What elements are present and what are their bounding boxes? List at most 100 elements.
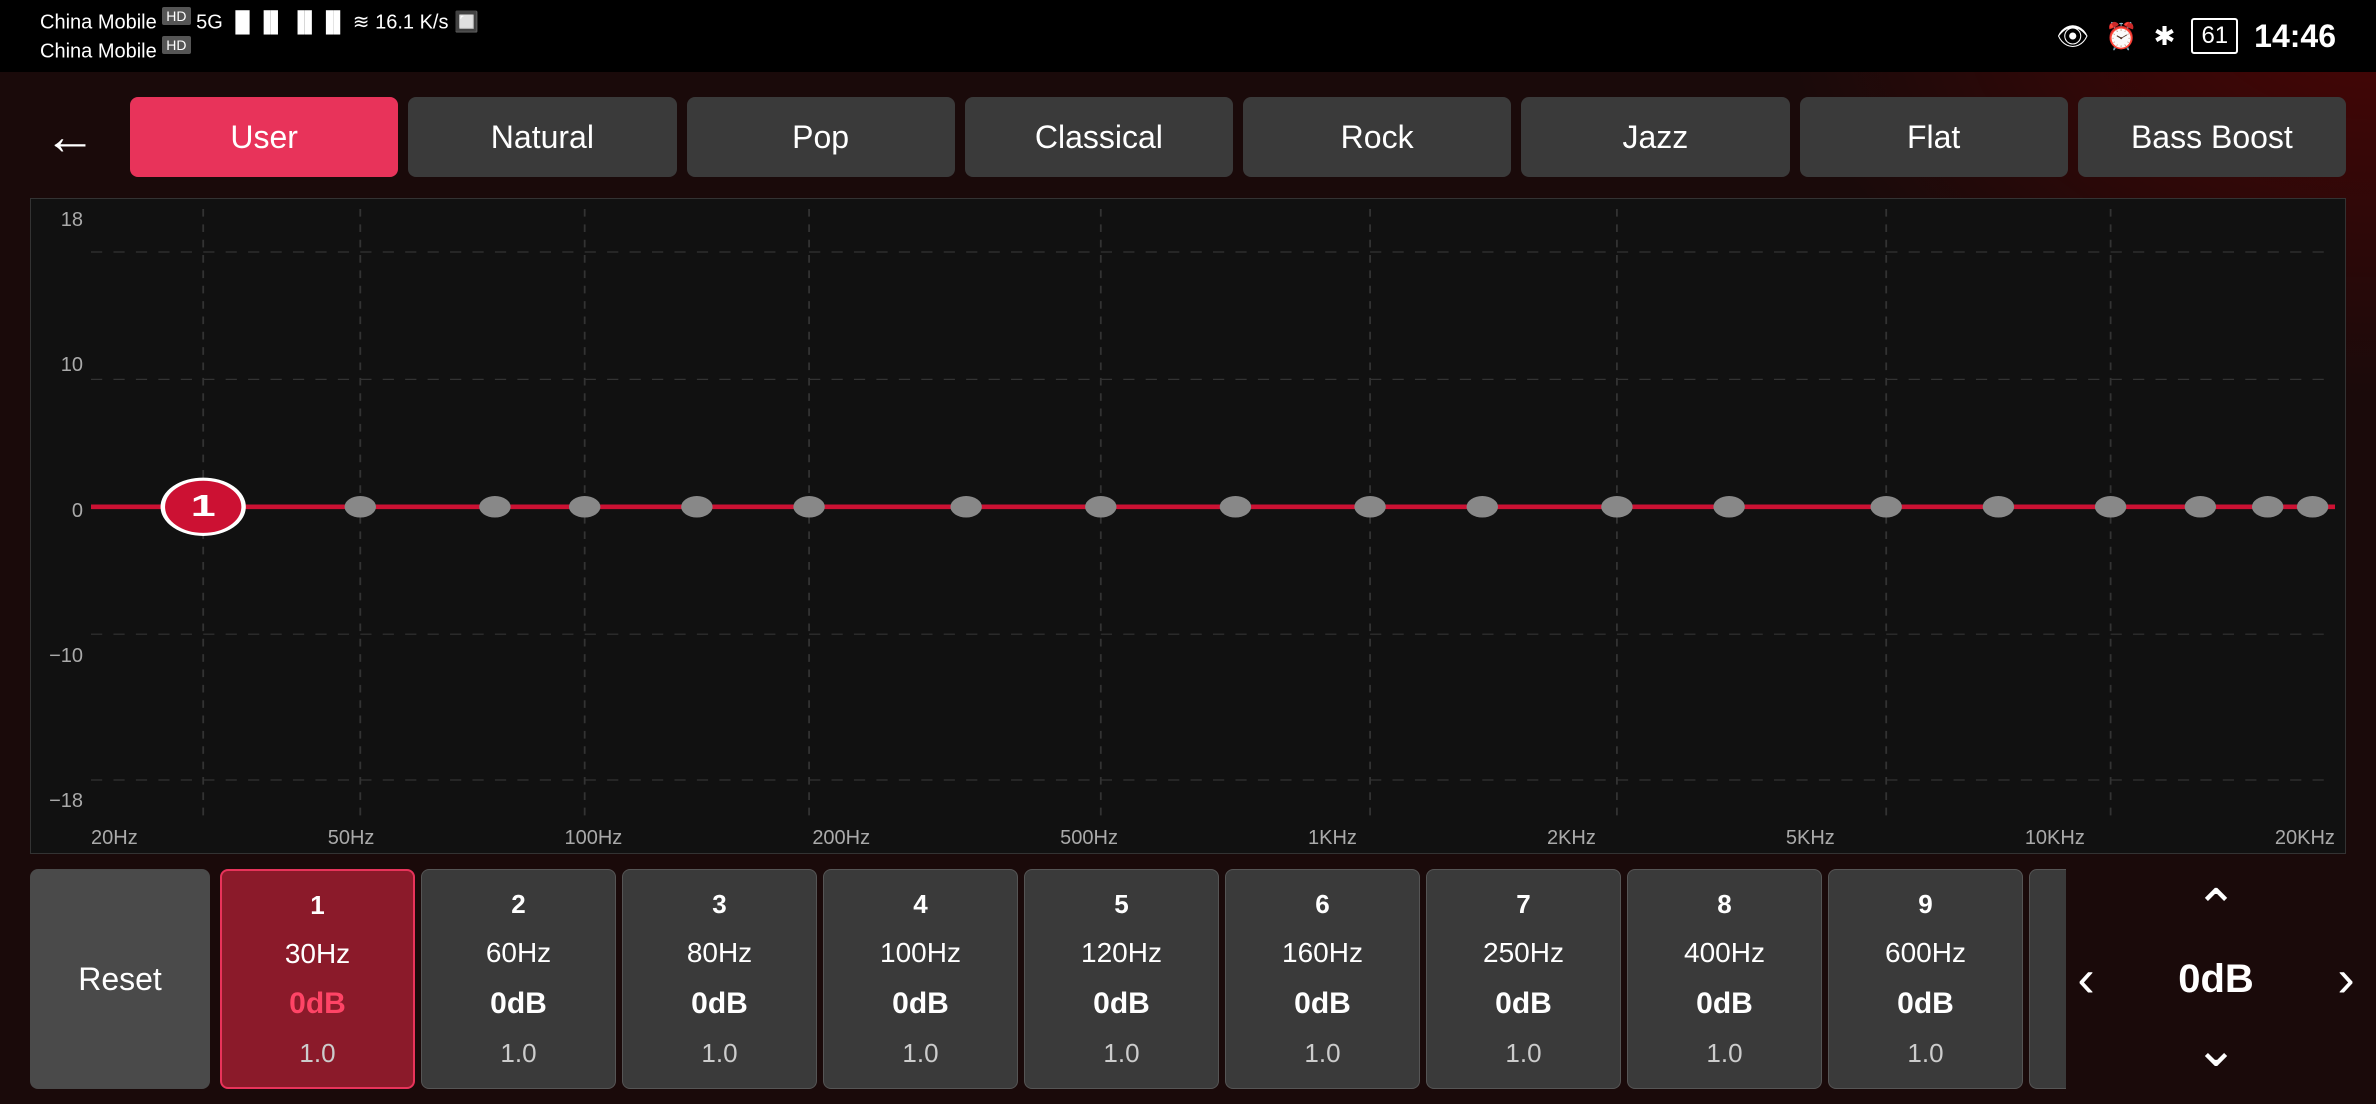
band-freq-9: 600Hz	[1885, 937, 1966, 969]
x-label-1khz: 1KHz	[1308, 827, 1357, 850]
band-num-1: 1	[310, 890, 324, 921]
status-right: 👁 ⏰ ✱ 61 14:46	[2056, 18, 2336, 55]
band-freq-4: 100Hz	[880, 937, 961, 969]
band-num-3: 3	[712, 889, 726, 920]
band-item-3[interactable]: 3 80Hz 0dB 1.0	[622, 869, 817, 1089]
lr-controls: ‹ 0dB ›	[2036, 949, 2376, 1009]
x-label-2khz: 2KHz	[1547, 827, 1596, 850]
status-bar: China Mobile HD 5G ▐▌▐▌ ▐▌▐▌ ≋ 16.1 K/s …	[0, 0, 2376, 72]
up-button[interactable]: ⌃	[2166, 879, 2266, 939]
band-db-4: 0dB	[892, 987, 949, 1021]
band-freq-3: 80Hz	[687, 937, 752, 969]
band-num-2: 2	[511, 889, 525, 920]
band-db-9: 0dB	[1897, 987, 1954, 1021]
band-item-4[interactable]: 4 100Hz 0dB 1.0	[823, 869, 1018, 1089]
down-button[interactable]: ⌄	[2166, 1019, 2266, 1079]
right-arrow-icon: ›	[2337, 949, 2354, 1009]
band-db-1: 0dB	[289, 987, 346, 1021]
band-q-4: 1.0	[902, 1038, 938, 1069]
main-content: ← UserNaturalPopClassicalRockJazzFlatBas…	[0, 72, 2376, 1104]
left-arrow-icon: ‹	[2077, 949, 2094, 1009]
band-freq-2: 60Hz	[486, 937, 551, 969]
x-label-200hz: 200Hz	[812, 827, 870, 850]
back-arrow-icon: ←	[44, 107, 96, 167]
band-freq-7: 250Hz	[1483, 937, 1564, 969]
x-label-20khz: 20KHz	[2275, 827, 2335, 850]
up-arrow-icon: ⌃	[2194, 879, 2238, 939]
band-item-9[interactable]: 9 600Hz 0dB 1.0	[1828, 869, 2023, 1089]
svg-text:1: 1	[191, 489, 216, 523]
band-item-2[interactable]: 2 60Hz 0dB 1.0	[421, 869, 616, 1089]
x-label-100hz: 100Hz	[564, 827, 622, 850]
x-label-5khz: 5KHz	[1786, 827, 1835, 850]
y-axis: 18 10 0 −10 −18	[31, 199, 91, 823]
preset-tab-bass-boost[interactable]: Bass Boost	[2078, 97, 2346, 177]
band-num-7: 7	[1516, 889, 1530, 920]
reset-button[interactable]: Reset	[30, 869, 210, 1089]
band-item-6[interactable]: 6 160Hz 0dB 1.0	[1225, 869, 1420, 1089]
band-q-9: 1.0	[1907, 1038, 1943, 1069]
band-freq-5: 120Hz	[1081, 937, 1162, 969]
y-label-0: 0	[31, 500, 91, 523]
back-button[interactable]: ←	[30, 97, 110, 177]
band-num-5: 5	[1114, 889, 1128, 920]
carrier-info: China Mobile HD 5G ▐▌▐▌ ▐▌▐▌ ≋ 16.1 K/s …	[40, 8, 479, 63]
band-db-2: 0dB	[490, 987, 547, 1021]
band-item-7[interactable]: 7 250Hz 0dB 1.0	[1426, 869, 1621, 1089]
band-item-5[interactable]: 5 120Hz 0dB 1.0	[1024, 869, 1219, 1089]
x-label-20hz: 20Hz	[91, 827, 138, 850]
carrier-line1: China Mobile HD 5G ▐▌▐▌ ▐▌▐▌ ≋ 16.1 K/s …	[40, 8, 479, 35]
band-freq-6: 160Hz	[1282, 937, 1363, 969]
band-num-8: 8	[1717, 889, 1731, 920]
y-label-18: 18	[31, 209, 91, 232]
band-db-7: 0dB	[1495, 987, 1552, 1021]
y-label-n18: −18	[31, 790, 91, 813]
y-label-n10: −10	[31, 645, 91, 668]
chart-inner: 1	[91, 209, 2335, 823]
band-num-9: 9	[1918, 889, 1932, 920]
preset-tab-natural[interactable]: Natural	[408, 97, 676, 177]
x-label-10khz: 10KHz	[2025, 827, 2085, 850]
right-button[interactable]: ›	[2296, 949, 2376, 1009]
band-q-7: 1.0	[1505, 1038, 1541, 1069]
top-bar: ← UserNaturalPopClassicalRockJazzFlatBas…	[30, 92, 2346, 182]
y-label-10: 10	[31, 354, 91, 377]
alarm-icon: ⏰	[2105, 21, 2137, 52]
reset-label: Reset	[78, 961, 162, 998]
battery-display: 61	[2191, 18, 2238, 54]
band-db-6: 0dB	[1294, 987, 1351, 1021]
right-controls: ⌃ ‹ 0dB › ⌄	[2086, 879, 2346, 1079]
bluetooth-icon: ✱	[2154, 21, 2176, 52]
band-freq-8: 400Hz	[1684, 937, 1765, 969]
band-freq-1: 30Hz	[285, 938, 350, 970]
db-display: 0dB	[2156, 957, 2276, 1002]
band-q-8: 1.0	[1706, 1038, 1742, 1069]
band-item-1[interactable]: 1 30Hz 0dB 1.0	[220, 869, 415, 1089]
band-num-4: 4	[913, 889, 927, 920]
preset-tab-flat[interactable]: Flat	[1800, 97, 2068, 177]
eq-svg: 1	[91, 209, 2335, 823]
band-q-6: 1.0	[1304, 1038, 1340, 1069]
left-button[interactable]: ‹	[2036, 949, 2136, 1009]
preset-tab-jazz[interactable]: Jazz	[1521, 97, 1789, 177]
x-axis: 20Hz 50Hz 100Hz 200Hz 500Hz 1KHz 2KHz 5K…	[91, 823, 2335, 853]
band-num-6: 6	[1315, 889, 1329, 920]
band-item-8[interactable]: 8 400Hz 0dB 1.0	[1627, 869, 1822, 1089]
band-q-1: 1.0	[299, 1038, 335, 1069]
preset-tab-user[interactable]: User	[130, 97, 398, 177]
band-q-2: 1.0	[500, 1038, 536, 1069]
preset-tab-pop[interactable]: Pop	[687, 97, 955, 177]
bands-list: 1 30Hz 0dB 1.0 2 60Hz 0dB 1.0 3 80Hz 0dB…	[220, 869, 2066, 1089]
band-controls: Reset 1 30Hz 0dB 1.0 2 60Hz 0dB 1.0 3 80…	[30, 864, 2346, 1094]
preset-tabs: UserNaturalPopClassicalRockJazzFlatBass …	[130, 97, 2346, 177]
band-db-8: 0dB	[1696, 987, 1753, 1021]
eq-chart[interactable]: 18 10 0 −10 −18	[30, 198, 2346, 854]
band-db-3: 0dB	[691, 987, 748, 1021]
clock: 14:46	[2254, 18, 2336, 55]
x-label-500hz: 500Hz	[1060, 827, 1118, 850]
down-arrow-icon: ⌄	[2194, 1019, 2238, 1079]
preset-tab-classical[interactable]: Classical	[965, 97, 1233, 177]
preset-tab-rock[interactable]: Rock	[1243, 97, 1511, 177]
band-q-5: 1.0	[1103, 1038, 1139, 1069]
x-label-50hz: 50Hz	[328, 827, 375, 850]
